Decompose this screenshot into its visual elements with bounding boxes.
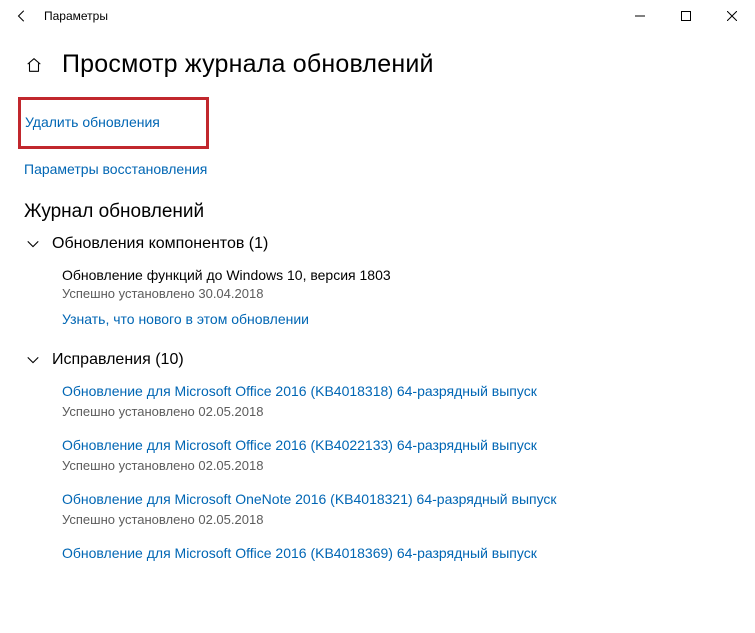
update-group: Обновления компонентов (1) Обновление фу… bbox=[24, 231, 731, 329]
update-entry: Обновление для Microsoft Office 2016 (KB… bbox=[62, 545, 731, 563]
home-icon[interactable] bbox=[24, 55, 44, 75]
maximize-button[interactable] bbox=[663, 0, 709, 32]
update-entry-title-link[interactable]: Обновление для Microsoft Office 2016 (KB… bbox=[62, 545, 537, 561]
update-entry-status: Успешно установлено 02.05.2018 bbox=[62, 404, 731, 419]
update-entry-title-link[interactable]: Обновление для Microsoft OneNote 2016 (K… bbox=[62, 491, 557, 507]
chevron-down-icon bbox=[24, 353, 52, 367]
update-entry: Обновление для Microsoft OneNote 2016 (K… bbox=[62, 491, 731, 527]
update-entry-status: Успешно установлено 02.05.2018 bbox=[62, 512, 731, 527]
uninstall-updates-highlight: Удалить обновления bbox=[18, 97, 209, 149]
page-title: Просмотр журнала обновлений bbox=[62, 50, 434, 79]
update-entry-title-link[interactable]: Обновление для Microsoft Office 2016 (KB… bbox=[62, 437, 537, 453]
history-heading: Журнал обновлений bbox=[24, 201, 731, 223]
update-group: Исправления (10) Обновление для Microsof… bbox=[24, 347, 731, 563]
learn-more-link[interactable]: Узнать, что нового в этом обновлении bbox=[62, 311, 309, 327]
update-entry: Обновление для Microsoft Office 2016 (KB… bbox=[62, 437, 731, 473]
update-entry-status: Успешно установлено 30.04.2018 bbox=[62, 286, 731, 301]
group-header-quality-updates[interactable]: Исправления (10) bbox=[24, 347, 731, 373]
update-entry-status: Успешно установлено 02.05.2018 bbox=[62, 458, 731, 473]
uninstall-updates-link[interactable]: Удалить обновления bbox=[25, 114, 160, 130]
group-title: Обновления компонентов (1) bbox=[52, 235, 268, 253]
group-title: Исправления (10) bbox=[52, 351, 184, 369]
recovery-options-link[interactable]: Параметры восстановления bbox=[24, 161, 207, 177]
chevron-down-icon bbox=[24, 237, 52, 251]
close-button[interactable] bbox=[709, 0, 755, 32]
group-header-feature-updates[interactable]: Обновления компонентов (1) bbox=[24, 231, 731, 257]
back-button[interactable] bbox=[8, 9, 36, 23]
update-entry: Обновление для Microsoft Office 2016 (KB… bbox=[62, 383, 731, 419]
minimize-button[interactable] bbox=[617, 0, 663, 32]
update-entry-title-link[interactable]: Обновление для Microsoft Office 2016 (KB… bbox=[62, 383, 537, 399]
update-entry: Обновление функций до Windows 10, версия… bbox=[62, 267, 731, 329]
update-entry-title: Обновление функций до Windows 10, версия… bbox=[62, 267, 731, 283]
window-title: Параметры bbox=[36, 9, 108, 23]
